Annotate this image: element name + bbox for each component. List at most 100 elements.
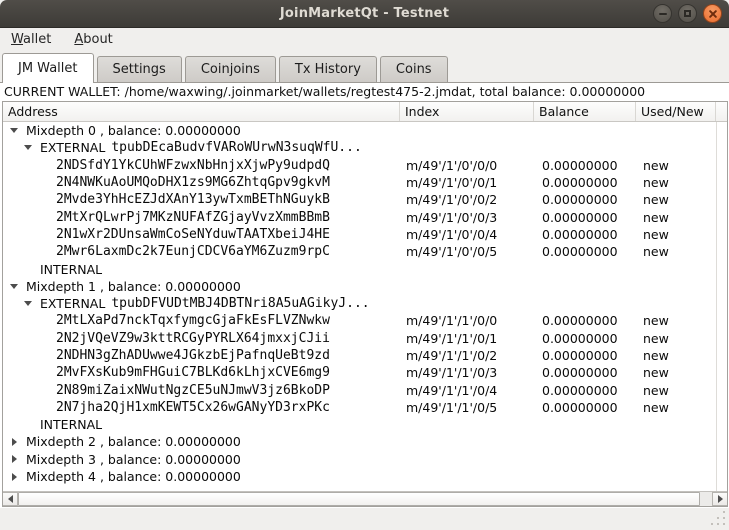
balance-cell: 0.00000000 — [534, 400, 636, 415]
tree-row[interactable]: INTERNAL — [3, 260, 727, 277]
tree-row[interactable]: EXTERNALtpubDFVUDtMBJ4DBTNri8A5uAGikyJ..… — [3, 295, 727, 312]
column-header-used-new[interactable]: Used/New — [636, 102, 716, 121]
tree-row[interactable]: Mixdepth 3 , balance: 0.00000000 — [3, 451, 727, 468]
address-cell: 2Mwr6LaxmDc2k7EunjCDCV6aYM6Zuzm9rpC — [3, 244, 400, 259]
address-cell: 2N7jha2QjH1xmKEWT5Cx26wGANyYD3rxPKc — [3, 400, 400, 415]
tab-settings[interactable]: Settings — [97, 56, 182, 82]
balance-cell: 0.00000000 — [534, 192, 636, 207]
tree-row[interactable]: 2MtXrQLwrPj7MKzNUFAfZGjayVvzXmmBBmBm/49'… — [3, 208, 727, 225]
window-title: JoinMarketQt - Testnet — [280, 6, 449, 21]
column-header-address[interactable]: Address — [3, 102, 400, 121]
tree-row[interactable]: 2NDSfdY1YkCUhWFzwxNbHnjxXjwPy9udpdQm/49'… — [3, 157, 727, 174]
expanded-arrow-icon[interactable] — [10, 284, 18, 289]
resize-grip-icon[interactable] — [711, 510, 727, 526]
address-cell: Mixdepth 3 , balance: 0.00000000 — [3, 452, 400, 467]
collapsed-arrow-icon[interactable] — [12, 455, 17, 463]
tab-tx-history[interactable]: Tx History — [279, 56, 377, 82]
tree-row[interactable]: 2N2jVQeVZ9w3kttRCGyPYRLX64jmxxjCJii m/49'… — [3, 330, 727, 347]
address-cell: Mixdepth 1 , balance: 0.00000000 — [3, 279, 400, 294]
address-text: 2N7jha2QjH1xmKEWT5Cx26wGANyYD3rxPKc — [56, 400, 330, 415]
collapsed-arrow-icon[interactable] — [12, 438, 17, 446]
address-text: 2N1wXr2DUnsaWmCoSeNYduwTAATXbeiJ4HE — [56, 227, 330, 242]
tree-row[interactable]: 2Mwr6LaxmDc2k7EunjCDCV6aYM6Zuzm9rpCm/49'… — [3, 243, 727, 260]
column-header-index[interactable]: Index — [400, 102, 534, 121]
used-new-cell: new — [636, 400, 669, 415]
address-text: 2N2jVQeVZ9w3kttRCGyPYRLX64jmxxjCJii — [56, 331, 330, 346]
scroll-left-button[interactable] — [3, 492, 18, 506]
balance-cell: 0.00000000 — [534, 210, 636, 225]
used-new-cell: new — [636, 331, 669, 346]
balance-cell: 0.00000000 — [534, 227, 636, 242]
address-cell: 2N1wXr2DUnsaWmCoSeNYduwTAATXbeiJ4HE — [3, 227, 400, 242]
address-cell: 2N89miZaixNWutNgzCE5uNJmwV3jz6BkoDP — [3, 383, 400, 398]
address-cell: 2MvFXsKub9mFHGuiC7BLKd6kLhjxCVE6mg9 — [3, 365, 400, 380]
scroll-right-button[interactable] — [712, 492, 727, 506]
index-cell: m/49'/1'/1'/0/4 — [400, 383, 534, 398]
used-new-cell: new — [636, 383, 669, 398]
address-text: 2MtXrQLwrPj7MKzNUFAfZGjayVvzXmmBBmB — [56, 210, 330, 225]
maximize-button[interactable] — [678, 4, 697, 23]
address-text: 2Mvde3YhHcEZJdXAnY13ywTxmBEThNGuykB — [56, 192, 330, 207]
mixdepth-label: Mixdepth 2 , balance: 0.00000000 — [26, 434, 241, 449]
tree-row[interactable]: Mixdepth 2 , balance: 0.00000000 — [3, 433, 727, 450]
expanded-arrow-icon[interactable] — [10, 128, 18, 133]
minimize-icon — [659, 13, 667, 15]
index-cell: m/49'/1'/1'/0/5 — [400, 400, 534, 415]
tab-coinjoins[interactable]: Coinjoins — [185, 56, 276, 82]
address-cell: Mixdepth 4 , balance: 0.00000000 — [3, 469, 400, 484]
balance-cell: 0.00000000 — [534, 365, 636, 380]
tree-row[interactable]: Mixdepth 1 , balance: 0.00000000 — [3, 278, 727, 295]
tree-body: Mixdepth 0 , balance: 0.00000000 EXTERNAL… — [3, 122, 727, 491]
scrollbar-thumb[interactable] — [18, 492, 700, 506]
branch-label: INTERNAL — [40, 417, 102, 432]
tree-right-gutter — [716, 122, 727, 491]
balance-cell: 0.00000000 — [534, 175, 636, 190]
menu-about[interactable]: About — [72, 31, 114, 48]
address-cell: INTERNAL — [3, 417, 400, 432]
tree-row[interactable]: 2N7jha2QjH1xmKEWT5Cx26wGANyYD3rxPKc m/49'… — [3, 399, 727, 416]
tree-row[interactable]: 2Mvde3YhHcEZJdXAnY13ywTxmBEThNGuykBm/49'… — [3, 191, 727, 208]
column-header-balance[interactable]: Balance — [534, 102, 636, 121]
minimize-button[interactable] — [653, 4, 672, 23]
tab-coins[interactable]: Coins — [380, 56, 448, 82]
address-cell: EXTERNALtpubDEcaBudvfVARoWUrwN3suqWfU... — [3, 140, 400, 155]
tree-row[interactable]: 2MvFXsKub9mFHGuiC7BLKd6kLhjxCVE6mg9m/49'… — [3, 364, 727, 381]
mixdepth-label: Mixdepth 1 , balance: 0.00000000 — [26, 279, 241, 294]
wallet-tab-pane: CURRENT WALLET: /home/waxwing/.joinmarke… — [0, 82, 729, 508]
collapsed-arrow-icon[interactable] — [12, 473, 17, 481]
tree-row[interactable]: 2N4NWKuAoUMQoDHX1zs9MG6ZhtqGpv9gkvMm/49'… — [3, 174, 727, 191]
tree-row[interactable]: Mixdepth 0 , balance: 0.00000000 — [3, 122, 727, 139]
window-controls — [653, 4, 722, 23]
address-cell: 2Mvde3YhHcEZJdXAnY13ywTxmBEThNGuykB — [3, 192, 400, 207]
branch-label: EXTERNAL — [40, 296, 105, 311]
menu-wallet[interactable]: Wallet — [9, 31, 53, 48]
tree-row[interactable]: 2N1wXr2DUnsaWmCoSeNYduwTAATXbeiJ4HEm/49'… — [3, 226, 727, 243]
tree-row[interactable]: EXTERNALtpubDEcaBudvfVARoWUrwN3suqWfU... — [3, 139, 727, 156]
mixdepth-label: Mixdepth 4 , balance: 0.00000000 — [26, 469, 241, 484]
tree-row[interactable]: 2N89miZaixNWutNgzCE5uNJmwV3jz6BkoDP m/49'… — [3, 381, 727, 398]
address-text: 2N89miZaixNWutNgzCE5uNJmwV3jz6BkoDP — [56, 383, 330, 398]
balance-cell: 0.00000000 — [534, 331, 636, 346]
address-cell: EXTERNALtpubDFVUDtMBJ4DBTNri8A5uAGikyJ..… — [3, 296, 400, 311]
horizontal-scrollbar[interactable] — [3, 491, 727, 506]
address-text: 2MvFXsKub9mFHGuiC7BLKd6kLhjxCVE6mg9 — [56, 365, 330, 380]
branch-label: INTERNAL — [40, 262, 102, 277]
index-cell: m/49'/1'/1'/0/1 — [400, 331, 534, 346]
tree-row[interactable]: 2MtLXaPd7nckTqxfymgcGjaFkEsFLVZNwkwm/49'… — [3, 312, 727, 329]
expanded-arrow-icon[interactable] — [24, 145, 32, 150]
menu-about-rest: bout — [83, 32, 113, 47]
titlebar[interactable]: JoinMarketQt - Testnet — [0, 0, 729, 28]
expanded-arrow-icon[interactable] — [24, 301, 32, 306]
used-new-cell: new — [636, 227, 669, 242]
mixdepth-label: Mixdepth 0 , balance: 0.00000000 — [26, 123, 241, 138]
address-text: 2NDSfdY1YkCUhWFzwxNbHnjxXjwPy9udpdQ — [56, 158, 330, 173]
tab-bar: JM Wallet Settings Coinjoins Tx History … — [0, 51, 729, 82]
status-bar — [0, 508, 729, 530]
close-button[interactable] — [703, 4, 722, 23]
scrollbar-track[interactable] — [18, 492, 712, 506]
tab-jm-wallet[interactable]: JM Wallet — [2, 53, 94, 83]
tree-row[interactable]: Mixdepth 4 , balance: 0.00000000 — [3, 468, 727, 485]
branch-xpub: tpubDEcaBudvfVARoWUrwN3suqWfU... — [111, 140, 361, 155]
tree-row[interactable]: INTERNAL — [3, 416, 727, 433]
tree-row[interactable]: 2NDHN3gZhADUwwe4JGkzbEjPafnqUeBt9zdm/49'… — [3, 347, 727, 364]
